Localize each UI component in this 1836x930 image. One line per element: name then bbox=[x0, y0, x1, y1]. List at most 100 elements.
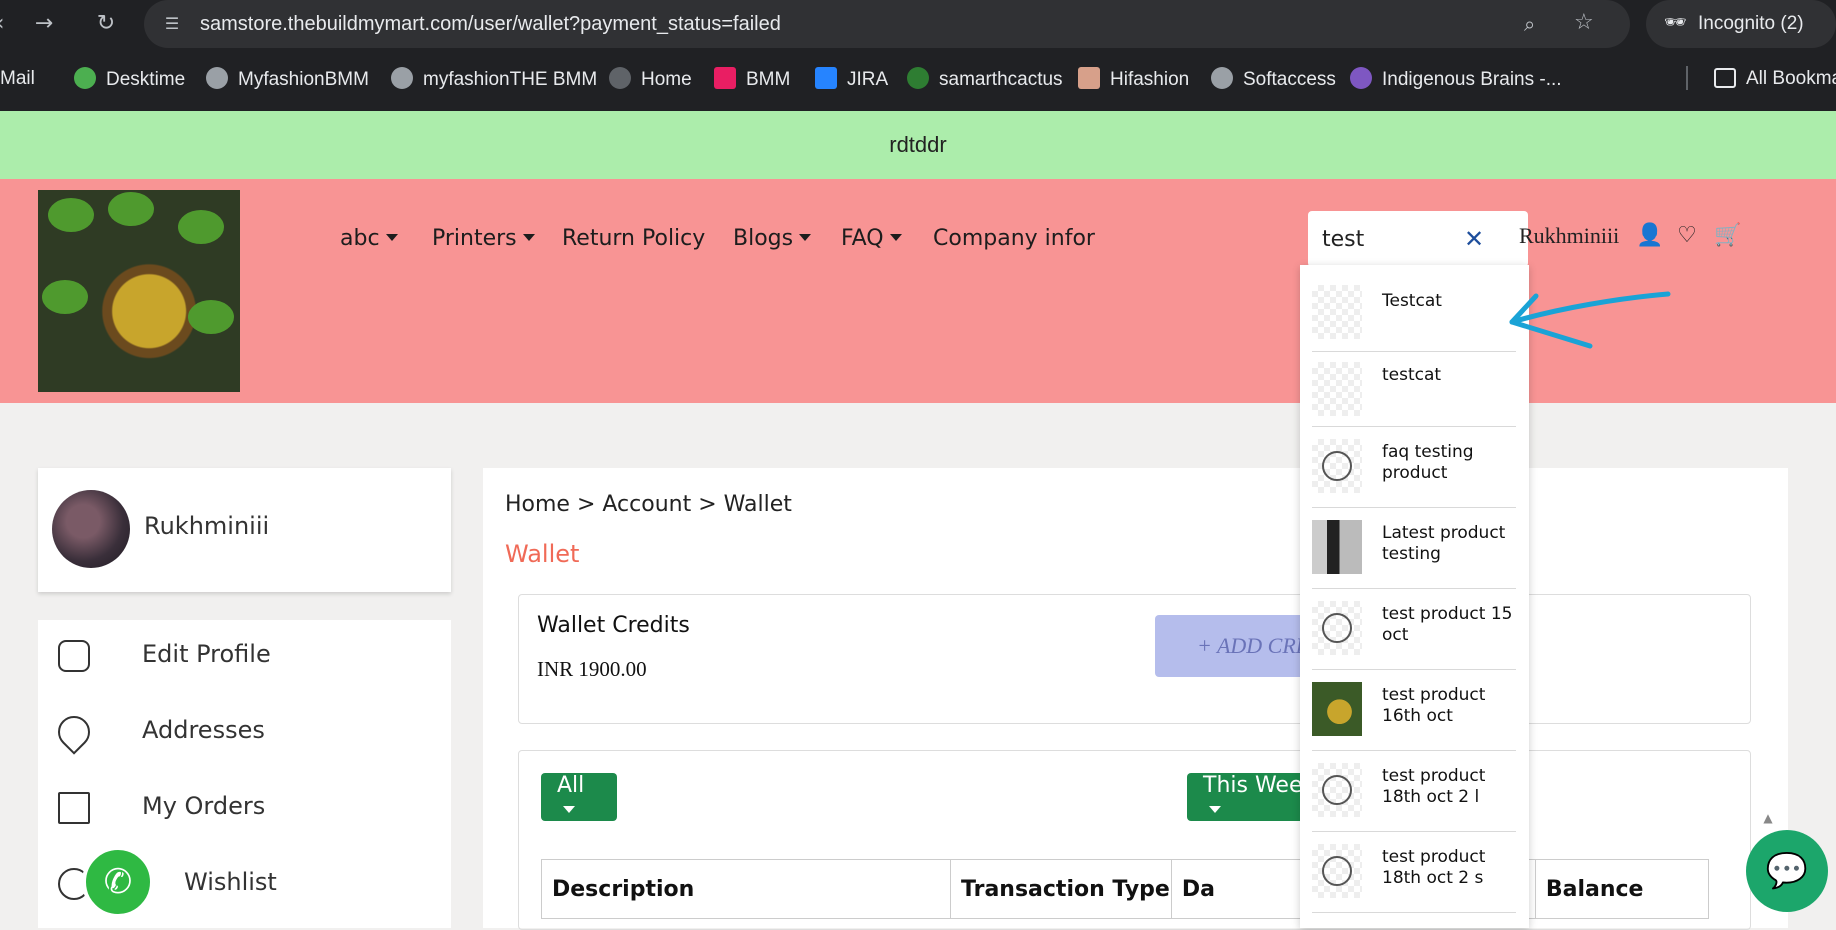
globe-icon bbox=[206, 67, 228, 89]
nav-abc[interactable]: abc bbox=[340, 224, 398, 254]
bmm-icon bbox=[714, 67, 736, 89]
menu-edit-profile[interactable]: Edit Profile bbox=[58, 636, 438, 676]
cactus-icon bbox=[907, 67, 929, 89]
incognito-indicator[interactable]: 🕶 Incognito (2) bbox=[1646, 0, 1836, 48]
search-result-item[interactable]: test product 18th oct 2 l bbox=[1312, 751, 1516, 832]
search-result-name: test product 18th oct 2 l bbox=[1382, 766, 1486, 807]
search-result-item[interactable]: test product 15 oct bbox=[1312, 589, 1516, 670]
nav-printers[interactable]: Printers bbox=[432, 224, 535, 254]
browser-chrome: ‹ → ↻ ☰ samstore.thebuildmymart.com/user… bbox=[0, 0, 1836, 111]
nav-label: Printers bbox=[432, 226, 517, 251]
bookmark-star-icon[interactable]: ☆ bbox=[1574, 10, 1594, 35]
caret-down-icon bbox=[563, 806, 575, 813]
menu-my-orders[interactable]: My Orders bbox=[58, 788, 438, 828]
search-result-item[interactable]: testcat bbox=[1312, 352, 1516, 427]
header-user-name[interactable]: Rukhminiii bbox=[1519, 223, 1619, 249]
heart-icon[interactable]: ♡ bbox=[1674, 223, 1700, 251]
product-thumbnail bbox=[1312, 285, 1362, 339]
user-icon[interactable]: 👤 bbox=[1636, 223, 1663, 251]
search-result-item[interactable]: faq testing product bbox=[1312, 427, 1516, 508]
bookmark-label: Indigenous Brains -... bbox=[1382, 69, 1562, 90]
logo-leaf bbox=[108, 192, 154, 226]
logo-leaf bbox=[42, 280, 88, 314]
scroll-up-icon[interactable]: ▲ bbox=[1759, 811, 1777, 829]
search-result-item[interactable]: test product 18th oct 2 s bbox=[1312, 832, 1516, 913]
filter-all-button[interactable]: All bbox=[541, 773, 617, 821]
bookmark-home[interactable]: Home bbox=[609, 67, 692, 91]
store-logo[interactable] bbox=[38, 190, 240, 392]
hifashion-icon bbox=[1078, 67, 1100, 89]
whatsapp-icon[interactable]: ✆ bbox=[82, 846, 154, 918]
zoom-icon[interactable]: ⌕ bbox=[1524, 12, 1535, 36]
chat-bubble-icon[interactable]: 💬 bbox=[1746, 830, 1828, 912]
nav-return-policy[interactable]: Return Policy bbox=[562, 224, 705, 254]
announcement-bar: rdtddr bbox=[0, 111, 1836, 179]
profile-name: Rukhminiii bbox=[144, 512, 270, 540]
bookmark-softaccess[interactable]: Softaccess bbox=[1211, 67, 1336, 91]
folder-icon bbox=[1714, 68, 1736, 88]
caret-down-icon bbox=[385, 234, 398, 241]
bookmark-bmm[interactable]: BMM bbox=[714, 67, 790, 91]
address-row: ‹ → ↻ ☰ samstore.thebuildmymart.com/user… bbox=[0, 0, 1836, 48]
bookmark-myfashionthebmm[interactable]: myfashionTHE BMM bbox=[391, 67, 597, 91]
url-text[interactable]: samstore.thebuildmymart.com/user/wallet?… bbox=[200, 12, 781, 36]
caret-down-icon bbox=[889, 234, 902, 241]
search-result-item[interactable]: Latest product testing bbox=[1312, 508, 1516, 589]
bookmark-jira[interactable]: JIRA bbox=[815, 67, 888, 91]
all-bookmarks-label: All Bookma bbox=[1746, 68, 1836, 89]
globe-icon bbox=[1211, 67, 1233, 89]
breadcrumb[interactable]: Home > Account > Wallet bbox=[505, 492, 792, 517]
jira-icon bbox=[815, 67, 837, 89]
close-icon[interactable]: ✕ bbox=[1458, 223, 1490, 255]
bookmark-indigenous-brains[interactable]: Indigenous Brains -... bbox=[1350, 67, 1562, 91]
back-icon[interactable]: ‹ bbox=[0, 10, 14, 38]
transactions-box: All This Week Description Transaction Ty… bbox=[518, 750, 1773, 930]
product-thumbnail bbox=[1312, 682, 1362, 736]
table-header-row: Description Transaction Type Da Balance bbox=[541, 859, 1710, 919]
bookmark-label: samarthcactus bbox=[939, 69, 1063, 90]
bookmark-label: myfashionTHE BMM bbox=[423, 69, 598, 90]
menu-label: Wishlist bbox=[184, 868, 277, 896]
search-result-item[interactable]: test product 16th oct bbox=[1312, 670, 1516, 751]
caret-down-icon bbox=[799, 234, 812, 241]
profile-icon bbox=[58, 640, 90, 672]
logo-leaf bbox=[48, 198, 94, 232]
nav-faq[interactable]: FAQ bbox=[841, 224, 902, 254]
search-results-dropdown: Testcat testcat faq testing product Late… bbox=[1300, 265, 1529, 928]
bookmark-label: Home bbox=[641, 69, 692, 90]
forward-icon[interactable]: → bbox=[30, 10, 58, 38]
nav-label: Blogs bbox=[733, 226, 794, 251]
caret-down-icon bbox=[1209, 806, 1221, 813]
address-bar[interactable]: ☰ samstore.thebuildmymart.com/user/walle… bbox=[144, 0, 1630, 48]
menu-addresses[interactable]: Addresses bbox=[51, 709, 438, 755]
search-result-item[interactable]: Testcat bbox=[1312, 265, 1516, 352]
bookmark-mail[interactable]: Mail bbox=[0, 67, 35, 91]
cart-icon[interactable]: 🛒 bbox=[1714, 223, 1741, 251]
search-input[interactable] bbox=[1322, 221, 1472, 257]
incognito-icon: 🕶 bbox=[1664, 12, 1687, 32]
bookmark-hifashion[interactable]: Hifashion bbox=[1078, 67, 1189, 91]
announcement-text: rdtddr bbox=[889, 132, 947, 157]
bookmark-label: Softaccess bbox=[1243, 69, 1336, 90]
bookmark-label: Hifashion bbox=[1110, 69, 1190, 90]
bookmark-label: Desktime bbox=[106, 69, 186, 90]
avatar bbox=[52, 490, 130, 568]
site-info-icon[interactable]: ☰ bbox=[160, 12, 184, 36]
location-pin-icon bbox=[51, 709, 97, 755]
bookmark-desktime[interactable]: Desktime bbox=[74, 67, 185, 91]
bookmark-samarthcactus[interactable]: samarthcactus bbox=[907, 67, 1063, 91]
reload-icon[interactable]: ↻ bbox=[92, 10, 120, 38]
caret-down-icon bbox=[522, 234, 535, 241]
bookmark-label: JIRA bbox=[847, 69, 889, 90]
nav-company-info[interactable]: Company infor bbox=[933, 224, 1095, 254]
desktime-icon bbox=[74, 67, 96, 89]
bookmarks-bar: Mail Desktime MyfashionBMM myfashionTHE … bbox=[0, 58, 1836, 100]
placeholder-user-icon bbox=[1312, 601, 1362, 655]
nav-blogs[interactable]: Blogs bbox=[733, 224, 812, 254]
bookmark-myfashionbmm[interactable]: MyfashionBMM bbox=[206, 67, 369, 91]
search-result-name: Testcat bbox=[1382, 291, 1442, 311]
logo-leaf bbox=[178, 210, 224, 244]
all-bookmarks[interactable]: All Bookma bbox=[1714, 67, 1836, 91]
logo-leaf bbox=[188, 300, 234, 334]
receipt-icon bbox=[58, 792, 90, 824]
